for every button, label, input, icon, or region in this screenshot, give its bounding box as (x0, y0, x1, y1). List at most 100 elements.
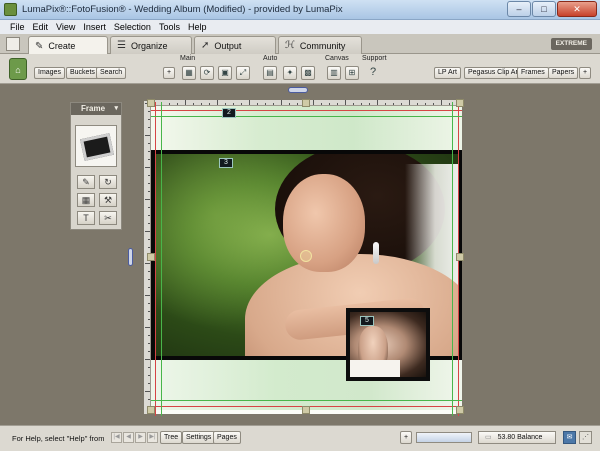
close-button[interactable]: ✕ (557, 1, 597, 17)
safe-guide-left-green (161, 102, 162, 416)
tab-organize[interactable]: ☰ Organize (110, 36, 192, 54)
child-photo-frame[interactable] (346, 308, 430, 381)
tab-organize-label: Organize (130, 40, 168, 51)
ruler-tick (148, 319, 150, 320)
papers-button[interactable]: Papers (548, 67, 579, 79)
balance-display[interactable]: ▭ 53.80 Balance (478, 431, 556, 444)
maximize-button[interactable]: □ (532, 1, 556, 17)
ruler-tick (265, 103, 266, 105)
auto-layout-icon[interactable]: ▤ (263, 66, 277, 80)
add-bucket-button[interactable]: + (163, 67, 175, 79)
ruler-tick (145, 295, 150, 296)
ruler-tick (201, 103, 202, 105)
ruler-tick (148, 303, 150, 304)
ruler-tick (185, 100, 186, 105)
frame-fit-icon[interactable]: ▣ (218, 66, 232, 80)
ruler-tick (369, 103, 370, 105)
auto-color-icon[interactable]: ✦ (283, 66, 297, 80)
ruler-tick (177, 103, 178, 105)
prev-page-icon[interactable]: ◀ (123, 432, 134, 443)
menu-edit[interactable]: Edit (29, 20, 53, 34)
tab-output[interactable]: ➚ Output (194, 36, 276, 54)
account-icon[interactable]: ✉ (563, 431, 576, 444)
menu-help[interactable]: Help (184, 20, 211, 34)
ruler-tick (145, 359, 150, 360)
add-text-icon[interactable]: T (77, 211, 95, 225)
ruler-tick (401, 103, 402, 105)
menu-tools[interactable]: Tools (155, 20, 184, 34)
auto-group-label: Auto (263, 55, 278, 62)
frame-panel-menu-icon[interactable]: ▾ (114, 103, 118, 115)
top-paper-band[interactable] (151, 106, 462, 150)
app-icon[interactable] (4, 3, 17, 16)
resize-handle-bottom-center[interactable] (302, 406, 310, 414)
resize-handle-top-right[interactable] (456, 99, 464, 107)
resize-handle-bottom-left[interactable] (147, 406, 155, 414)
ruler-tick (257, 103, 258, 105)
first-page-icon[interactable]: |◀ (111, 432, 122, 443)
ruler-tick (148, 191, 150, 192)
ruler-tick (148, 311, 150, 312)
photo-earring (373, 242, 379, 264)
frame-panel-header[interactable]: Frame ▾ (71, 103, 121, 115)
canvas-grid-icon[interactable]: ⊞ (345, 66, 359, 80)
margin-guide-left-red (155, 102, 156, 416)
add-art-button[interactable]: + (579, 67, 591, 79)
frame-label-3[interactable]: 3 (219, 158, 233, 168)
settings-button[interactable]: Settings (182, 431, 216, 444)
resize-handle-middle-left[interactable] (147, 253, 155, 261)
page-scroll-handle-top[interactable] (288, 87, 308, 93)
grid-layout-icon[interactable]: ▦ (182, 66, 196, 80)
frame-tools-icon[interactable]: ⚒ (99, 193, 117, 207)
menu-file[interactable]: File (6, 20, 29, 34)
lp-art-button[interactable]: LP Art (434, 67, 461, 79)
tag-icon[interactable]: ⌂ (9, 58, 27, 80)
rotate-frame-icon[interactable]: ↻ (99, 175, 117, 189)
ruler-tick (209, 103, 210, 105)
delete-frame-icon[interactable]: ✂ (99, 211, 117, 225)
inset-dress (350, 360, 400, 377)
buckets-button[interactable]: Buckets (66, 67, 99, 79)
search-button[interactable]: Search (96, 67, 127, 79)
help-icon[interactable]: ? (366, 66, 380, 80)
minimize-button[interactable]: – (507, 1, 531, 17)
menu-insert[interactable]: Insert (79, 20, 110, 34)
pages-button[interactable]: Pages (213, 431, 241, 444)
tree-button[interactable]: Tree (160, 431, 183, 444)
page-scroll-handle-left[interactable] (128, 248, 133, 266)
tab-create[interactable]: ✎ Create (28, 36, 108, 55)
title-bar: LumaPix®::FotoFusion® - Wedding Album (M… (0, 0, 600, 20)
focus-point-handle[interactable] (300, 250, 312, 262)
ruler-tick (433, 103, 434, 105)
rotate-icon[interactable]: ⟳ (200, 66, 214, 80)
menu-selection[interactable]: Selection (110, 20, 155, 34)
last-page-icon[interactable]: ▶| (147, 432, 158, 443)
add-page-button[interactable]: + (400, 431, 412, 444)
frame-label-5[interactable]: 5 (360, 316, 374, 326)
frame-preview[interactable] (75, 125, 117, 167)
menu-view[interactable]: View (52, 20, 79, 34)
resize-handle-top-left[interactable] (147, 99, 155, 107)
resize-handle-middle-right[interactable] (456, 253, 464, 261)
canvas-options-icon[interactable]: ▥ (327, 66, 341, 80)
frame-grid-icon[interactable]: ▦ (77, 193, 95, 207)
ruler-tick (225, 103, 226, 105)
progress-bar (416, 432, 472, 443)
tab-output-label: Output (214, 40, 242, 51)
images-button[interactable]: Images (34, 67, 65, 79)
panel-toggle-button[interactable] (6, 37, 20, 51)
frame-label-2[interactable]: 2 (222, 108, 236, 118)
next-page-icon[interactable]: ▶ (135, 432, 146, 443)
pegasus-clip-art-button[interactable]: Pegasus Clip Art (464, 67, 524, 79)
ruler-tick (148, 143, 150, 144)
auto-arrange-icon[interactable]: ▩ (301, 66, 315, 80)
resize-handle-bottom-right[interactable] (456, 406, 464, 414)
edit-frame-icon[interactable]: ✎ (77, 175, 95, 189)
tab-community[interactable]: ℋ Community (278, 36, 362, 54)
expand-icon[interactable]: ⤢ (236, 66, 250, 80)
grip-icon[interactable]: ⋰ (579, 431, 592, 444)
ruler-tick (217, 100, 218, 105)
resize-handle-top-center[interactable] (302, 99, 310, 107)
frames-button[interactable]: Frames (517, 67, 549, 79)
ruler-tick (249, 100, 250, 105)
